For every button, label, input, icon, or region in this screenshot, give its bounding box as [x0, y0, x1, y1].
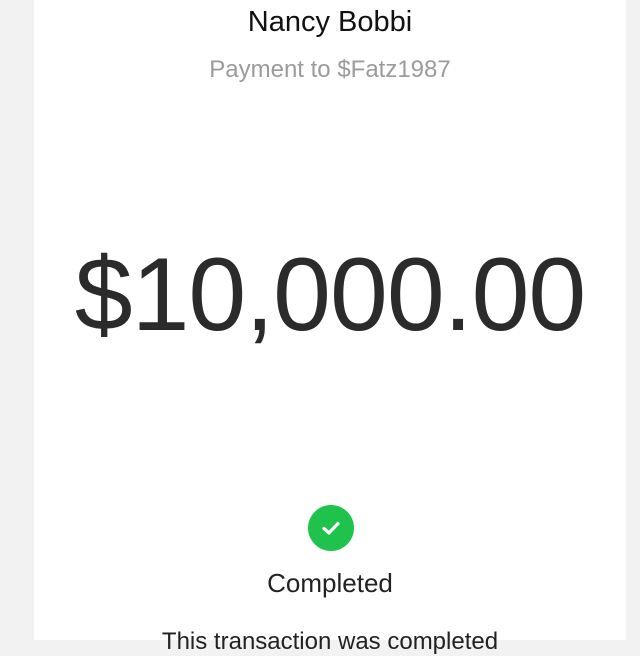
payment-receipt-card: Nancy Bobbi Payment to $Fatz1987 $10,000…: [34, 0, 626, 655]
payment-amount: $10,000.00: [74, 237, 587, 353]
checkmark-glyph: [322, 521, 340, 535]
check-icon: [308, 505, 354, 551]
transaction-note: This transaction was completed: [161, 628, 499, 655]
recipient-name: Nancy Bobbi: [247, 6, 413, 38]
payment-subtitle: Payment to $Fatz1987: [209, 56, 451, 83]
status-text: Completed: [267, 568, 393, 598]
